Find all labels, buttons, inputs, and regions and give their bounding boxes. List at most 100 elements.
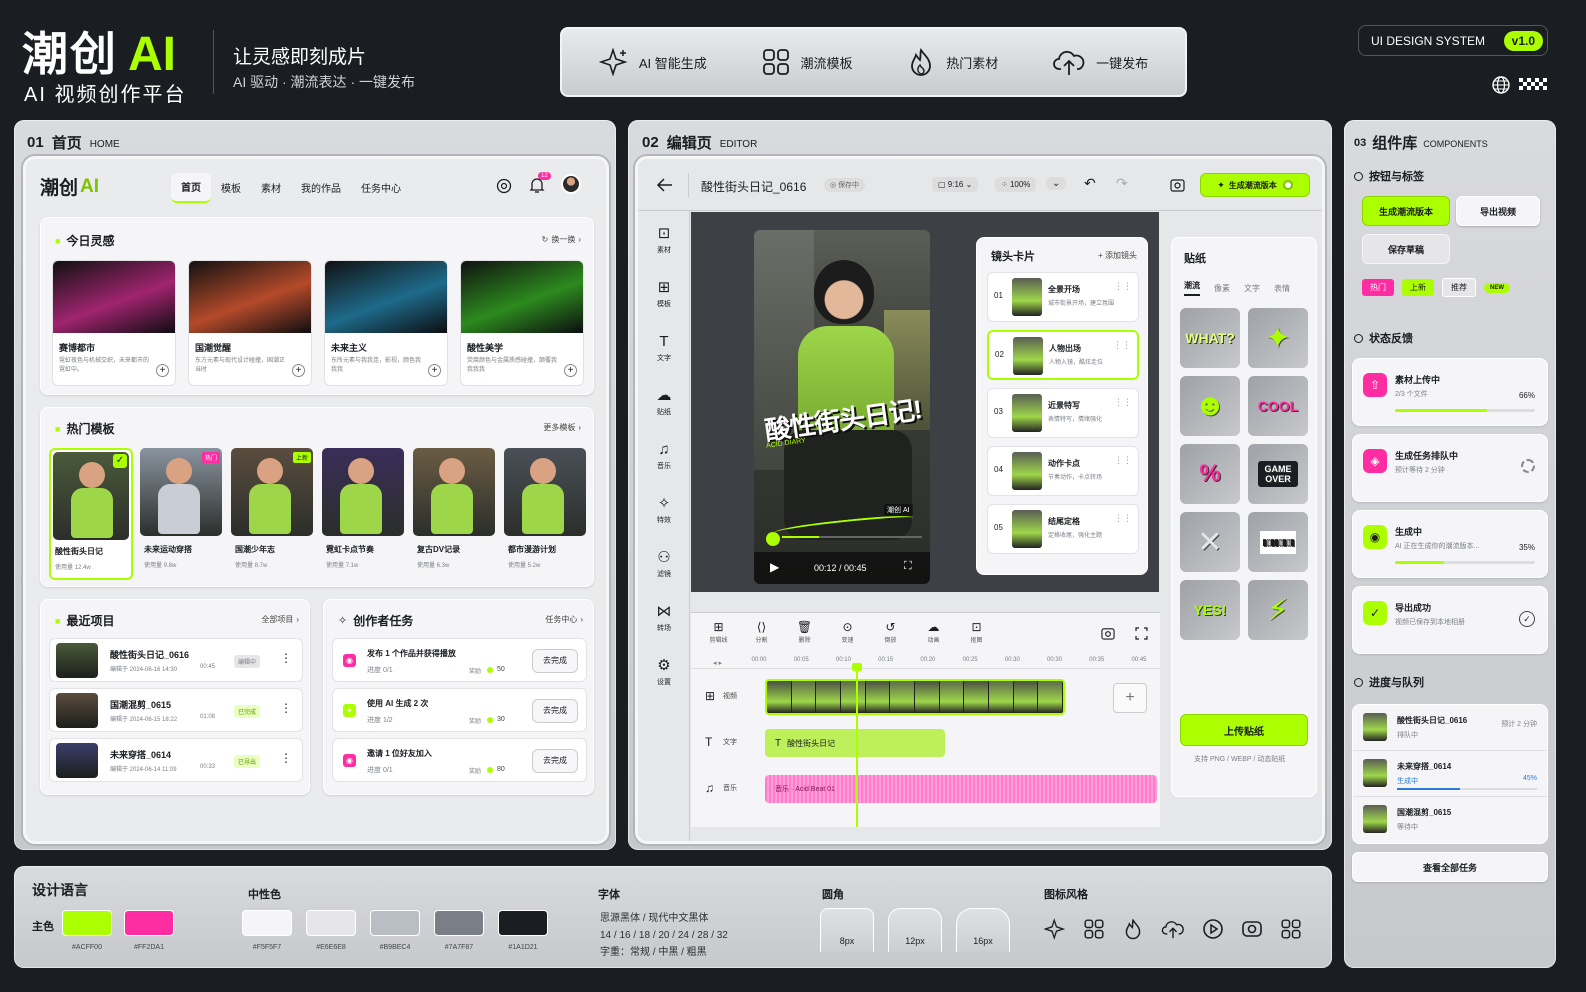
nav-ai-generate[interactable]: AI 智能生成 — [598, 47, 707, 77]
back-icon[interactable] — [656, 177, 674, 193]
nav-hot-assets[interactable]: 热门素材 — [906, 47, 998, 77]
primary-button-sample[interactable]: 生成潮流版本 — [1362, 196, 1450, 226]
recent-project-row[interactable]: 未来穿搭_0614 编辑于 2024-06-14 11:09 00:33 已导出 ⋮ — [49, 738, 303, 782]
coin-icon[interactable] — [496, 178, 512, 194]
zoom-dropdown-icon[interactable]: ⌄ — [1046, 177, 1067, 190]
more-templates-link[interactable]: 更多模板 › — [543, 422, 581, 433]
stickers-tool[interactable]: ☁ 贴纸 — [638, 387, 690, 417]
game-over-sticker[interactable]: GAME OVER — [1248, 444, 1308, 504]
transitions-tool[interactable]: ⋈ 转场 — [638, 603, 690, 633]
add-icon[interactable]: + — [428, 364, 441, 377]
delete-tool[interactable]: 🗑 删除 — [791, 619, 818, 644]
drag-handle-icon[interactable]: ⋮⋮ — [1114, 455, 1132, 466]
all-projects-link[interactable]: 全部项目 › — [261, 614, 299, 625]
template-item[interactable]: 都市漫游计划 使用量 5.2w — [504, 448, 588, 580]
upload-sticker-button[interactable]: 上传贴纸 — [1180, 714, 1308, 746]
secondary-button-sample[interactable]: 导出视频 — [1456, 196, 1540, 226]
recent-project-row[interactable]: 国潮混剪_0615 编辑于 2024-06-15 18:22 01:08 已完成 ⋮ — [49, 688, 303, 732]
filters-tool[interactable]: ⚇ 滤镜 — [638, 549, 690, 579]
project-title[interactable]: 酸性街头日记_0616 — [701, 178, 806, 195]
reverse-tool[interactable]: ↺ 倒放 — [877, 619, 904, 644]
cutout-tool[interactable]: ⊡ 抠图 — [963, 619, 990, 644]
tertiary-button-sample[interactable]: 保存草稿 — [1362, 234, 1450, 264]
text-clip[interactable]: T 酸性街头日记 — [765, 729, 945, 757]
go-complete-button[interactable]: 去完成 — [532, 699, 578, 723]
shot-card[interactable]: 05 结尾定格 定格收尾，强化主题 ⋮⋮ — [987, 504, 1139, 554]
timeline-nav-icon[interactable]: ◂ ▸ — [713, 659, 722, 667]
speed-tool[interactable]: ⊙ 变速 — [834, 619, 861, 644]
home-logo[interactable]: 潮创 AI — [40, 173, 99, 200]
inspiration-item[interactable]: 国潮觉醒 东方元素与现代设计碰撞，国潮正当时 + — [188, 260, 312, 386]
music-clip[interactable]: 音乐 · Acid Beat 01 — [765, 775, 1157, 803]
smiley-sticker[interactable]: ☻ — [1180, 376, 1240, 436]
sticker-tab[interactable]: 潮流 — [1184, 280, 1200, 296]
shot-card[interactable]: 01 全景开场 城市街景开场，建立氛围 ⋮⋮ — [987, 272, 1139, 322]
add-icon[interactable]: + — [292, 364, 305, 377]
template-item[interactable]: 霓虹卡点节奏 使用量 7.1w — [322, 448, 406, 580]
template-item[interactable]: 上新 国潮少年志 使用量 8.7w — [231, 448, 315, 580]
inspiration-item[interactable]: 酸性美学 荧腐颜色与金属质感碰撞，颠覆我我我我 + — [460, 260, 584, 386]
cool-sticker[interactable]: COOL — [1248, 376, 1308, 436]
percent-sticker[interactable]: % — [1180, 444, 1240, 504]
home-nav-templates[interactable]: 模板 — [211, 174, 251, 202]
inspiration-item[interactable]: 赛博都市 霓虹夜色与机械交织，未来都市的霓虹中。 + — [52, 260, 176, 386]
playhead[interactable] — [856, 667, 858, 827]
sparkle-sticker[interactable]: ✦ — [1248, 308, 1308, 368]
drag-handle-icon[interactable]: ⋮⋮ — [1113, 340, 1131, 351]
drag-handle-icon[interactable]: ⋮⋮ — [1114, 281, 1132, 292]
generate-trend-button[interactable]: ✦ 生成潮流版本 — [1200, 173, 1310, 197]
templates-tool[interactable]: ⊞ 模板 — [638, 279, 690, 309]
split-tool[interactable]: ⟨⟩ 分割 — [748, 619, 775, 644]
shot-card[interactable]: 03 近景特写 表情特写，情绪强化 ⋮⋮ — [987, 388, 1139, 438]
home-nav-tasks[interactable]: 任务中心 — [351, 174, 411, 202]
yes-sticker[interactable]: YES! — [1180, 580, 1240, 640]
view-all-tasks-button[interactable]: 查看全部任务 — [1352, 852, 1548, 882]
lightning-sticker[interactable]: ⚡ — [1248, 580, 1308, 640]
nav-templates[interactable]: 潮流模板 — [761, 47, 853, 77]
video-preview[interactable]: 酸性街头日记! ACID DIARY 潮创 AI ▶ 00:12 / 00:45… — [754, 230, 930, 584]
assets-tool[interactable]: ⊡ 素材 — [638, 225, 690, 255]
nav-publish[interactable]: 一键发布 — [1052, 47, 1148, 77]
template-item[interactable]: 热门 未来运动穿搭 使用量 9.8w — [140, 448, 224, 580]
add-icon[interactable]: + — [564, 364, 577, 377]
home-nav-works[interactable]: 我的作品 — [291, 174, 351, 202]
template-item[interactable]: 复古DV记录 使用量 6.3w — [413, 448, 497, 580]
queue-row[interactable]: 国潮混剪_0615 等待中 — [1353, 797, 1547, 843]
clip-tool[interactable]: ⊞ 剪辑线 — [705, 619, 732, 644]
animation-tool[interactable]: ☁ 动画 — [920, 619, 947, 644]
screenshot-icon[interactable] — [1170, 178, 1185, 192]
shot-card[interactable]: 02 人物出场 人物入镜，酷炫走位 ⋮⋮ — [987, 330, 1139, 380]
zoom-select[interactable]: ⁘ 100% — [995, 177, 1037, 192]
add-clip-button[interactable]: + — [1113, 683, 1147, 713]
add-shot-button[interactable]: + 添加镜头 — [1098, 250, 1137, 261]
effects-tool[interactable]: ✧ 特效 — [638, 495, 690, 525]
queue-row[interactable]: 未来穿搭_0614 生成中 45% — [1353, 751, 1547, 797]
more-icon[interactable]: ⋮ — [280, 651, 292, 665]
barcode-sticker[interactable]: ▮▯▮▮▯▮▯▮ — [1248, 512, 1308, 572]
tag-hot[interactable]: 热门 — [1362, 279, 1394, 296]
inspiration-item[interactable]: 未来主义 东所元素与我我连，影视，颜色我我我 + — [324, 260, 448, 386]
x-sticker[interactable]: ✕ — [1180, 512, 1240, 572]
undo-icon[interactable]: ↶ — [1084, 175, 1096, 192]
home-nav-assets[interactable]: 素材 — [251, 174, 291, 202]
avatar[interactable] — [561, 174, 581, 194]
tag-new[interactable]: NEW — [1484, 282, 1510, 293]
screenshot-icon[interactable] — [1101, 627, 1115, 640]
text-tool[interactable]: T 文字 — [638, 333, 690, 363]
queue-row[interactable]: 酸性街头日记_0616 排队中 预计 2 分钟 — [1353, 705, 1547, 751]
task-center-link[interactable]: 任务中心 › — [545, 614, 583, 625]
preview-progress-bar[interactable] — [782, 536, 922, 538]
fit-icon[interactable] — [1135, 627, 1148, 640]
drag-handle-icon[interactable]: ⋮⋮ — [1114, 397, 1132, 408]
tag-new-arrival[interactable]: 上新 — [1402, 279, 1434, 296]
tag-recommend[interactable]: 推荐 — [1442, 278, 1476, 297]
drag-handle-icon[interactable]: ⋮⋮ — [1114, 513, 1132, 524]
recent-project-row[interactable]: 酸性街头日记_0616 编辑于 2024-06-16 14:30 00:45 编辑中 ⋮ — [49, 638, 303, 682]
sticker-tab[interactable]: 表情 — [1274, 283, 1290, 294]
settings-tool[interactable]: ⚙ 设置 — [638, 657, 690, 687]
go-complete-button[interactable]: 去完成 — [532, 649, 578, 673]
playhead-handle[interactable] — [852, 663, 862, 671]
shot-card[interactable]: 04 动作卡点 节奏动作，卡点转场 ⋮⋮ — [987, 446, 1139, 496]
more-icon[interactable]: ⋮ — [280, 751, 292, 765]
sticker-tab[interactable]: 像素 — [1214, 283, 1230, 294]
